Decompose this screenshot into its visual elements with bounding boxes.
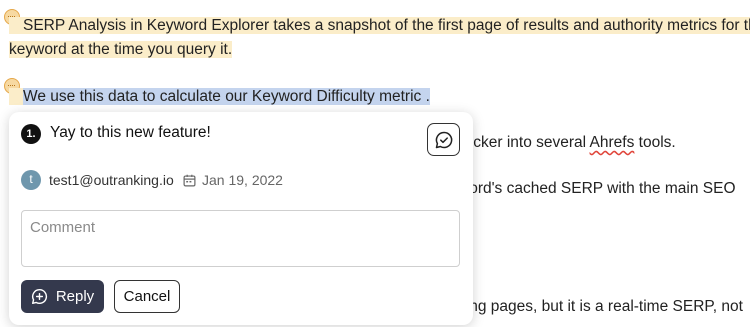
- partial-line-3: hecker into several Ahrefs tools.: [456, 134, 676, 151]
- comment-number-badge: 1.: [21, 124, 41, 144]
- comment-date-group: Jan 19, 2022: [183, 172, 283, 188]
- cancel-button[interactable]: Cancel: [114, 280, 180, 313]
- misspelled-word[interactable]: Ahrefs: [590, 134, 635, 151]
- comment-popup: 1. Yay to this new feature! t test1@outr…: [9, 112, 473, 325]
- comment-author: test1@outranking.io: [49, 172, 174, 188]
- paragraph-1-line-2: keyword at the time you query it.: [9, 41, 233, 58]
- paragraph-1-line-1: SERP Analysis in Keyword Explorer takes …: [9, 14, 750, 38]
- reply-button[interactable]: Reply: [21, 280, 104, 313]
- partial-line-4: word's cached SERP with the main SEO: [458, 180, 736, 197]
- comment-input[interactable]: [21, 210, 460, 267]
- resolve-comment-button[interactable]: [427, 123, 460, 156]
- comment-date: Jan 19, 2022: [202, 172, 283, 188]
- comment-text: Yay to this new feature!: [50, 124, 211, 141]
- partial-line-5: king pages, but it is a real-time SERP, …: [458, 298, 743, 315]
- resolve-comment-icon: [435, 131, 452, 148]
- selected-text: We use this data to calculate our Keywor…: [23, 88, 430, 105]
- reply-button-label: Reply: [55, 288, 95, 305]
- avatar: t: [21, 170, 41, 190]
- calendar-icon: [183, 174, 196, 186]
- paragraph-2: We use this data to calculate our Keywor…: [9, 85, 430, 109]
- reply-plus-icon: [31, 288, 47, 305]
